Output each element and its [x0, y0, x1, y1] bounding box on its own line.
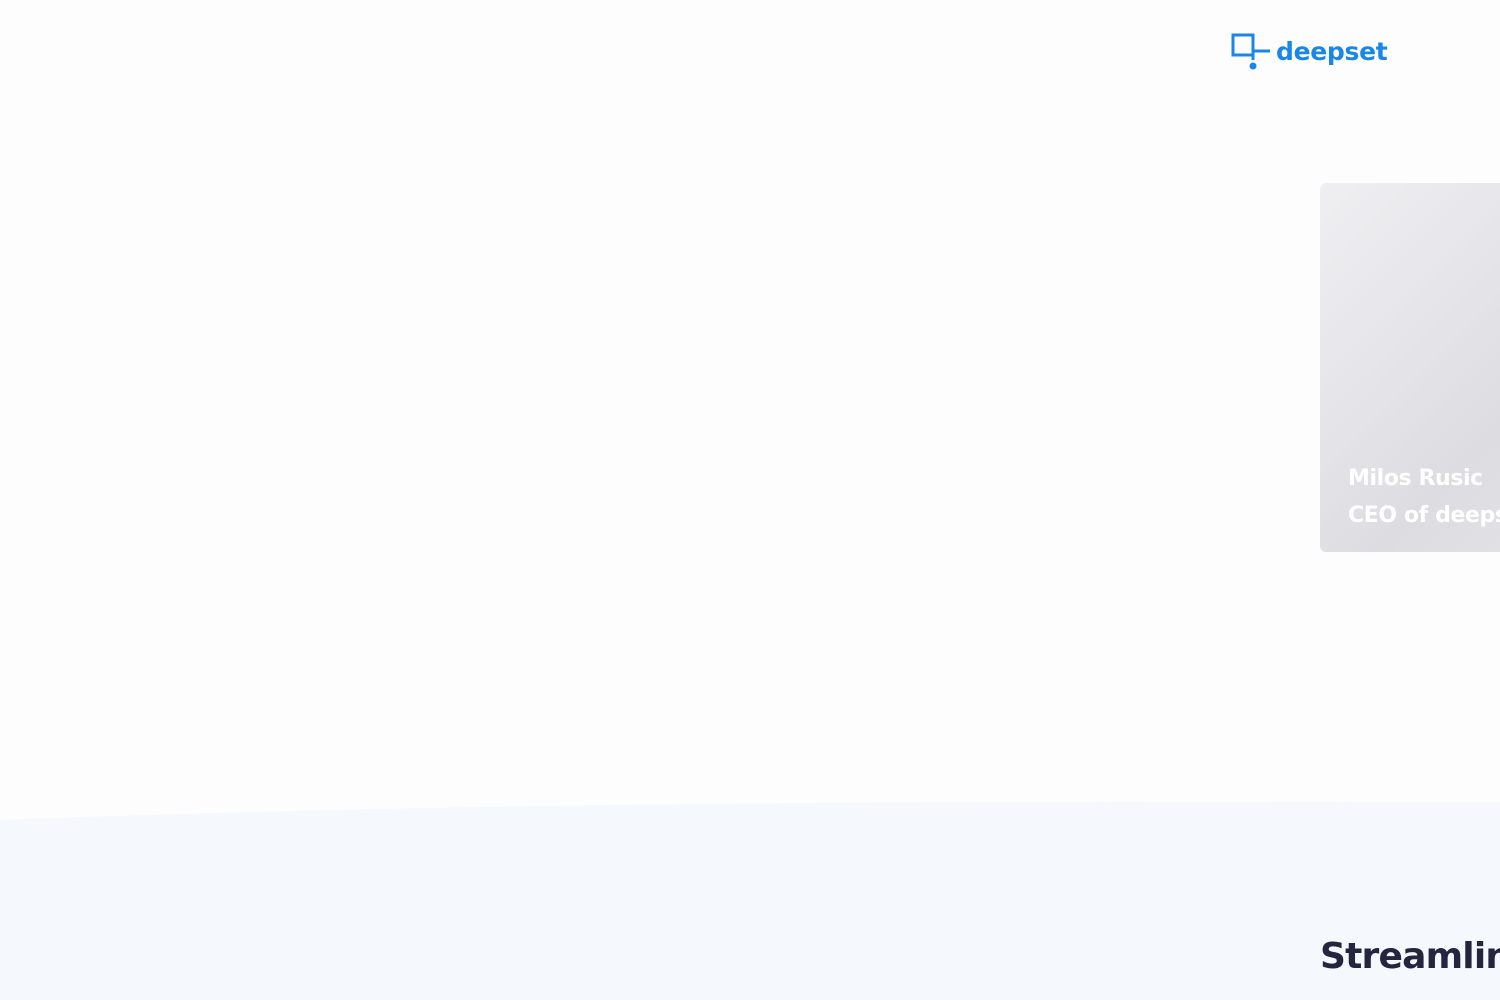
deepset-logo-icon	[1231, 33, 1270, 70]
section-heading: Streamlining	[1320, 936, 1500, 977]
deepset-logo-link[interactable]: deepset	[1230, 32, 1388, 72]
testimonial-role: CEO of deepset	[1348, 503, 1500, 528]
section-background-wave	[0, 801, 1500, 1000]
testimonial-name: Milos Rusic	[1348, 466, 1483, 491]
page: deepset Milos Rusic CEO of deepset Strea…	[0, 0, 1500, 1000]
testimonial-video-card[interactable]: Milos Rusic CEO of deepset	[1320, 183, 1500, 552]
logo-wordmark: deepset	[1276, 36, 1388, 66]
